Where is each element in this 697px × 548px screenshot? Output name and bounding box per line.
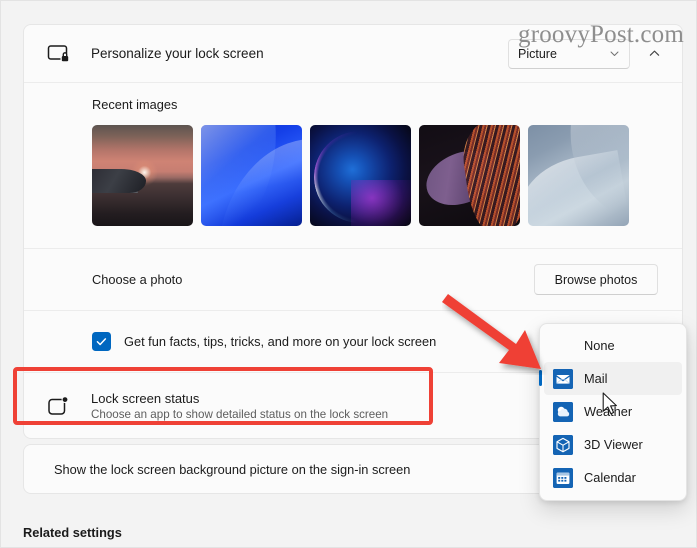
settings-page: Personalize your lock screen Picture Rec… [0, 0, 697, 548]
menu-item-3d-viewer[interactable]: 3D Viewer [544, 428, 682, 461]
dark-orb-thumbnail[interactable] [310, 125, 411, 226]
lock-screen-status-text: Lock screen status Choose an app to show… [91, 391, 388, 421]
recent-images-section: Recent images [24, 83, 682, 249]
collapse-section-button[interactable] [640, 40, 668, 68]
page-title: Personalize your lock screen [91, 46, 264, 61]
fun-facts-label: Get fun facts, tips, tricks, and more on… [124, 334, 437, 349]
menu-item-3d-viewer-label: 3D Viewer [584, 437, 643, 452]
status-badge-icon [44, 391, 74, 421]
menu-item-weather-label: Weather [584, 404, 633, 419]
lock-screen-status-title: Lock screen status [91, 391, 200, 406]
choose-photo-label: Choose a photo [92, 272, 183, 287]
checkmark-icon [96, 338, 107, 346]
fun-facts-checkbox[interactable] [92, 332, 111, 351]
recent-images-list [92, 125, 682, 226]
menu-item-calendar[interactable]: Calendar [544, 461, 682, 494]
calendar-icon [553, 467, 573, 488]
recent-images-label: Recent images [92, 97, 178, 112]
blue-bloom-thumbnail[interactable] [201, 125, 302, 226]
chevron-up-icon [649, 50, 659, 56]
weather-icon [553, 401, 573, 422]
no-app-icon [553, 336, 573, 356]
menu-item-mail-label: Mail [584, 371, 608, 386]
menu-item-mail[interactable]: Mail [539, 362, 682, 395]
lock-screen-monitor-icon [44, 39, 74, 69]
sunset-lake-thumbnail[interactable] [92, 125, 193, 226]
lock-screen-status-subtitle: Choose an app to show detailed status on… [91, 408, 389, 421]
header-controls: Picture [508, 38, 668, 69]
mail-icon [553, 368, 573, 389]
personalize-mode-dropdown[interactable]: Picture [508, 38, 630, 69]
browse-photos-button[interactable]: Browse photos [534, 264, 658, 295]
menu-item-calendar-label: Calendar [584, 470, 636, 485]
personalize-header-row[interactable]: Personalize your lock screen Picture [24, 25, 682, 83]
lock-screen-status-app-menu: None Mail Weather 3D Viewer Calendar [539, 323, 687, 501]
signin-background-label: Show the lock screen background picture … [54, 461, 411, 477]
menu-item-none-label: None [584, 338, 615, 353]
menu-item-weather[interactable]: Weather [544, 395, 682, 428]
cube-icon [553, 434, 573, 455]
blue-fabric-thumbnail[interactable] [528, 125, 629, 226]
chevron-down-icon [610, 51, 619, 57]
personalize-mode-value: Picture [518, 46, 557, 61]
related-settings-heading: Related settings [23, 525, 122, 540]
choose-photo-row: Choose a photo Browse photos [24, 249, 682, 311]
purple-ribbons-thumbnail[interactable] [419, 125, 520, 226]
menu-item-none[interactable]: None [544, 329, 682, 362]
